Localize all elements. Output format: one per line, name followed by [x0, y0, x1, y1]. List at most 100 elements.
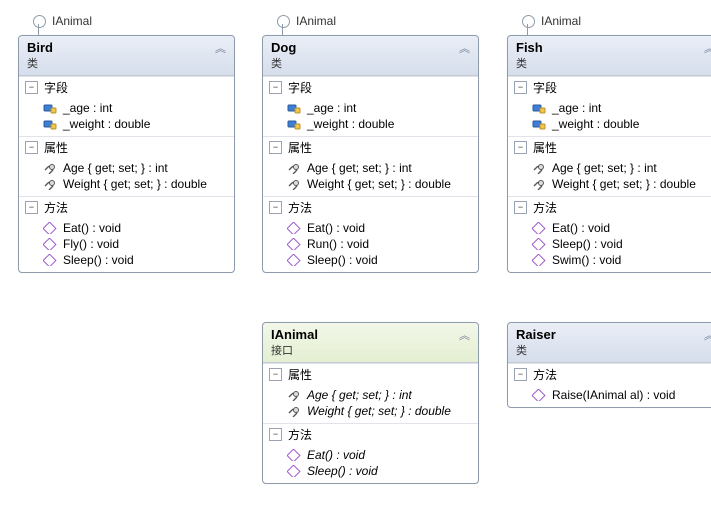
member-row[interactable]: Sleep() : void	[19, 252, 234, 268]
section-members: _age : int_weight : double	[508, 98, 711, 136]
section-header-methods[interactable]: −方法	[19, 196, 234, 218]
toggle-minus-icon[interactable]: −	[269, 428, 282, 441]
toggle-minus-icon[interactable]: −	[514, 81, 527, 94]
member-row[interactable]: Fly() : void	[19, 236, 234, 252]
class-box-dog[interactable]: IAnimalDog类︽−字段_age : int_weight : doubl…	[262, 35, 479, 273]
member-row[interactable]: _weight : double	[263, 116, 478, 132]
class-header[interactable]: Raiser类︽	[508, 323, 711, 363]
class-header[interactable]: Bird类 ︽	[19, 36, 234, 76]
toggle-minus-icon[interactable]: −	[269, 81, 282, 94]
section-label: 字段	[44, 79, 68, 96]
section-header-fields[interactable]: −字段	[263, 76, 478, 98]
member-row[interactable]: Eat() : void	[263, 447, 478, 463]
toggle-minus-icon[interactable]: −	[514, 201, 527, 214]
collapse-chevron-icon[interactable]: ︽	[704, 40, 711, 56]
member-text: _age : int	[307, 101, 356, 115]
collapse-chevron-icon[interactable]: ︽	[459, 327, 470, 343]
class-box-fish[interactable]: IAnimalFish类︽−字段_age : int_weight : doub…	[507, 35, 711, 273]
field-icon	[287, 101, 301, 115]
section-header-methods[interactable]: −方法	[263, 196, 478, 218]
member-row[interactable]: Raise(IAnimal al) : void	[508, 387, 711, 403]
class-name: Raiser	[516, 327, 556, 344]
section-header-fields[interactable]: −字段	[19, 76, 234, 98]
member-text: _weight : double	[552, 117, 639, 131]
member-row[interactable]: _weight : double	[508, 116, 711, 132]
method-icon	[532, 253, 546, 267]
section-label: 属性	[288, 366, 312, 383]
member-row[interactable]: _age : int	[19, 100, 234, 116]
class-box-raiser[interactable]: Raiser类︽−方法 Raise(IAnimal al) : void	[507, 322, 711, 408]
lollipop-circle-icon	[277, 15, 290, 28]
member-row[interactable]: Age { get; set; } : int	[263, 160, 478, 176]
member-text: Eat() : void	[63, 221, 121, 235]
collapse-chevron-icon[interactable]: ︽	[215, 40, 226, 56]
member-row[interactable]: _age : int	[508, 100, 711, 116]
toggle-minus-icon[interactable]: −	[514, 141, 527, 154]
member-row[interactable]: Weight { get; set; } : double	[263, 176, 478, 192]
toggle-minus-icon[interactable]: −	[25, 201, 38, 214]
class-header[interactable]: Fish类︽	[508, 36, 711, 76]
toggle-minus-icon[interactable]: −	[269, 141, 282, 154]
section-header-properties[interactable]: −属性	[263, 136, 478, 158]
member-text: Eat() : void	[307, 448, 365, 462]
property-icon	[287, 404, 301, 418]
member-row[interactable]: _age : int	[263, 100, 478, 116]
member-row[interactable]: Age { get; set; } : int	[263, 387, 478, 403]
member-row[interactable]: Age { get; set; } : int	[19, 160, 234, 176]
lollipop-stem-icon	[527, 24, 528, 36]
class-box-ianimal[interactable]: IAnimal接口︽−属性Age { get; set; } : intWeig…	[262, 322, 479, 484]
collapse-chevron-icon[interactable]: ︽	[459, 40, 470, 56]
member-row[interactable]: Sleep() : void	[263, 252, 478, 268]
method-icon	[532, 388, 546, 402]
lollipop-circle-icon	[33, 15, 46, 28]
class-box-bird[interactable]: IAnimalBird类︽−字段_age : int_weight : doub…	[18, 35, 235, 273]
member-text: Sleep() : void	[307, 464, 378, 478]
section-members: Eat() : voidFly() : voidSleep() : void	[19, 218, 234, 272]
property-icon	[287, 388, 301, 402]
class-stereotype: 接口	[271, 344, 318, 358]
method-icon	[532, 221, 546, 235]
member-row[interactable]: Eat() : void	[19, 220, 234, 236]
section-header-methods[interactable]: −方法	[263, 423, 478, 445]
field-icon	[43, 101, 57, 115]
interface-lollipop: IAnimal	[33, 14, 92, 28]
section-label: 方法	[288, 199, 312, 216]
member-row[interactable]: Run() : void	[263, 236, 478, 252]
collapse-chevron-icon[interactable]: ︽	[704, 327, 711, 343]
method-icon	[287, 221, 301, 235]
class-stereotype: 类	[27, 57, 53, 71]
member-row[interactable]: Age { get; set; } : int	[508, 160, 711, 176]
member-text: Age { get; set; } : int	[307, 388, 412, 402]
section-header-properties[interactable]: −属性	[19, 136, 234, 158]
member-row[interactable]: Sleep() : void	[263, 463, 478, 479]
toggle-minus-icon[interactable]: −	[269, 368, 282, 381]
class-header[interactable]: Dog类︽	[263, 36, 478, 76]
section-header-methods[interactable]: −方法	[508, 196, 711, 218]
class-stereotype: 类	[271, 57, 296, 71]
section-header-fields[interactable]: −字段	[508, 76, 711, 98]
member-text: Age { get; set; } : int	[307, 161, 412, 175]
member-row[interactable]: Eat() : void	[508, 220, 711, 236]
section-header-methods[interactable]: −方法	[508, 363, 711, 385]
member-text: Eat() : void	[307, 221, 365, 235]
member-row[interactable]: Eat() : void	[263, 220, 478, 236]
toggle-minus-icon[interactable]: −	[25, 141, 38, 154]
toggle-minus-icon[interactable]: −	[25, 81, 38, 94]
member-row[interactable]: Swim() : void	[508, 252, 711, 268]
member-text: Weight { get; set; } : double	[307, 404, 451, 418]
method-icon	[43, 237, 57, 251]
member-row[interactable]: Sleep() : void	[508, 236, 711, 252]
toggle-minus-icon[interactable]: −	[514, 368, 527, 381]
section-members: Eat() : void Sleep() : void	[263, 445, 478, 483]
member-row[interactable]: Weight { get; set; } : double	[263, 403, 478, 419]
toggle-minus-icon[interactable]: −	[269, 201, 282, 214]
class-header[interactable]: IAnimal接口︽	[263, 323, 478, 363]
section-header-properties[interactable]: −属性	[263, 363, 478, 385]
member-row[interactable]: Weight { get; set; } : double	[508, 176, 711, 192]
class-name: Bird	[27, 40, 53, 57]
method-icon	[287, 237, 301, 251]
section-members: Age { get; set; } : intWeight { get; set…	[263, 158, 478, 196]
member-row[interactable]: Weight { get; set; } : double	[19, 176, 234, 192]
member-row[interactable]: _weight : double	[19, 116, 234, 132]
section-header-properties[interactable]: −属性	[508, 136, 711, 158]
